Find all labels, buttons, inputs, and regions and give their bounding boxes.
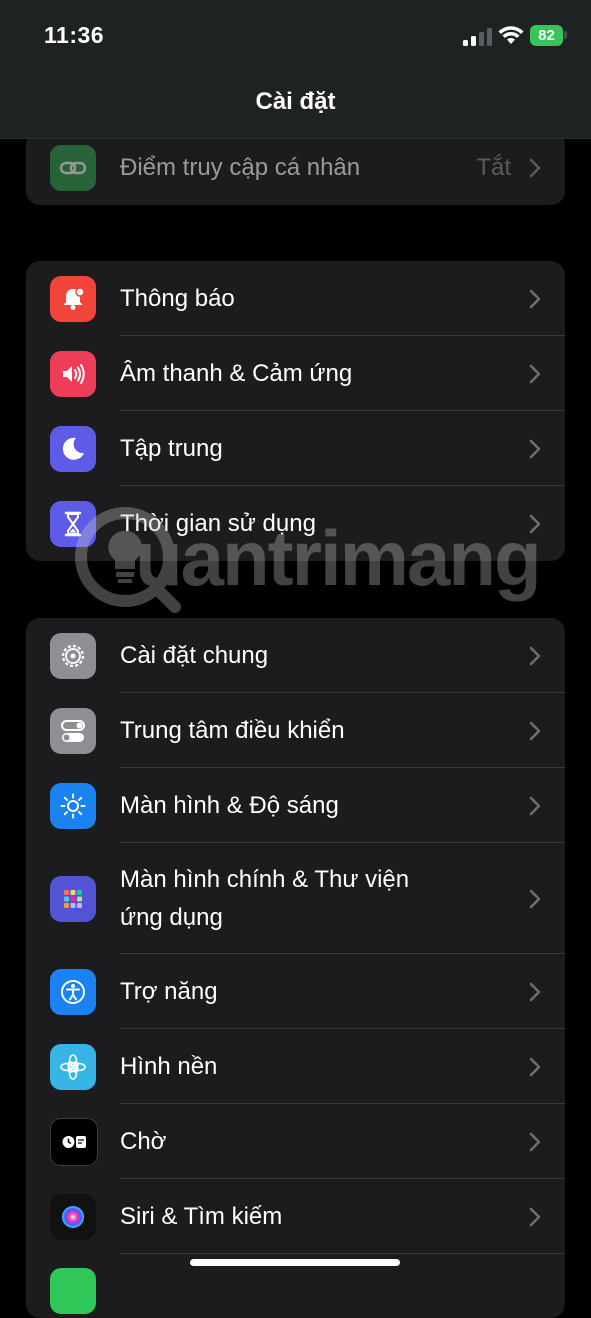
settings-row-notifications[interactable]: Thông báo <box>26 261 565 336</box>
notifications-group: Thông báo Âm thanh & Cảm ứng Tập trung T… <box>26 261 565 561</box>
hotspot-group: Điểm truy cập cá nhân Tắt <box>26 130 565 205</box>
settings-row-label: Thời gian sử dụng <box>120 509 316 537</box>
settings-row-label: Siri & Tìm kiếm <box>120 1202 283 1230</box>
settings-row-sounds-haptics[interactable]: Âm thanh & Cảm ứng <box>26 336 565 411</box>
nav-bar: Cài đặt <box>0 70 591 139</box>
chevron-right-icon <box>529 1207 541 1226</box>
chevron-right-icon <box>529 889 541 908</box>
chevron-right-icon <box>529 721 541 740</box>
hourglass-icon <box>50 500 96 547</box>
settings-row-control-center[interactable]: Trung tâm điều khiển <box>26 693 565 768</box>
settings-row-standby[interactable]: Chờ <box>26 1104 565 1179</box>
settings-row-general[interactable]: Cài đặt chung <box>26 618 565 693</box>
wifi-icon <box>498 26 524 44</box>
home-indicator[interactable] <box>190 1259 400 1266</box>
speaker-icon <box>50 350 96 397</box>
link-icon <box>50 145 96 191</box>
settings-row-wallpaper[interactable]: Hình nền <box>26 1029 565 1104</box>
chevron-right-icon <box>529 364 541 383</box>
settings-row-label: Trung tâm điều khiển <box>120 716 345 744</box>
toggles-icon <box>50 707 96 754</box>
chevron-right-icon <box>529 1057 541 1076</box>
gear-icon <box>50 632 96 679</box>
settings-row-display-brightness[interactable]: Màn hình & Độ sáng <box>26 768 565 843</box>
standby-icon <box>50 1117 98 1166</box>
cellular-signal-icon <box>463 26 493 46</box>
settings-row-label: Điểm truy cập cá nhân <box>120 154 361 181</box>
settings-row-personal-hotspot[interactable]: Điểm truy cập cá nhân Tắt <box>26 130 565 205</box>
battery-cap <box>564 31 567 39</box>
settings-row-label: Tập trung <box>120 434 223 462</box>
chevron-right-icon <box>529 439 541 458</box>
settings-row-home-screen-app-library[interactable]: Màn hình chính & Thư viện ứng dụng <box>26 843 565 954</box>
settings-row-label: Trợ năng <box>120 977 218 1005</box>
settings-row-label: Màn hình & Độ sáng <box>120 791 339 819</box>
settings-row-siri-search[interactable]: Siri & Tìm kiếm <box>26 1179 565 1254</box>
chevron-right-icon <box>529 289 541 308</box>
flower-icon <box>50 1043 96 1090</box>
settings-row-focus[interactable]: Tập trung <box>26 411 565 486</box>
sun-icon <box>50 782 96 829</box>
chevron-right-icon <box>529 646 541 665</box>
battery-icon: 82 <box>530 25 563 46</box>
status-bar: 11:36 82 <box>0 0 591 70</box>
page-title: Cài đặt <box>255 88 336 115</box>
settings-row-value: Tắt <box>476 154 511 181</box>
accessibility-icon <box>50 968 96 1015</box>
chevron-right-icon <box>529 1132 541 1151</box>
settings-row-label: Màn hình chính & Thư viện ứng dụng <box>120 865 410 931</box>
settings-row-label: Cài đặt chung <box>120 641 269 669</box>
bell-icon <box>50 275 96 322</box>
moon-icon <box>50 425 96 472</box>
chevron-right-icon <box>529 158 541 178</box>
settings-row-screen-time[interactable]: Thời gian sử dụng <box>26 486 565 561</box>
settings-row-label: Chờ <box>120 1127 167 1155</box>
settings-row-label: Âm thanh & Cảm ứng <box>120 359 353 387</box>
status-time: 11:36 <box>44 22 105 48</box>
chevron-right-icon <box>529 514 541 533</box>
app-grid-icon <box>50 875 96 922</box>
settings-row-accessibility[interactable]: Trợ năng <box>26 954 565 1029</box>
siri-icon <box>50 1193 96 1240</box>
settings-row-label: Thông báo <box>120 284 235 312</box>
partial-app-icon <box>50 1268 96 1314</box>
chevron-right-icon <box>529 796 541 815</box>
chevron-right-icon <box>529 982 541 1001</box>
settings-row-label: Hình nền <box>120 1052 218 1080</box>
general-group: Cài đặt chung Trung tâm điều khiển Màn h… <box>26 618 565 1318</box>
